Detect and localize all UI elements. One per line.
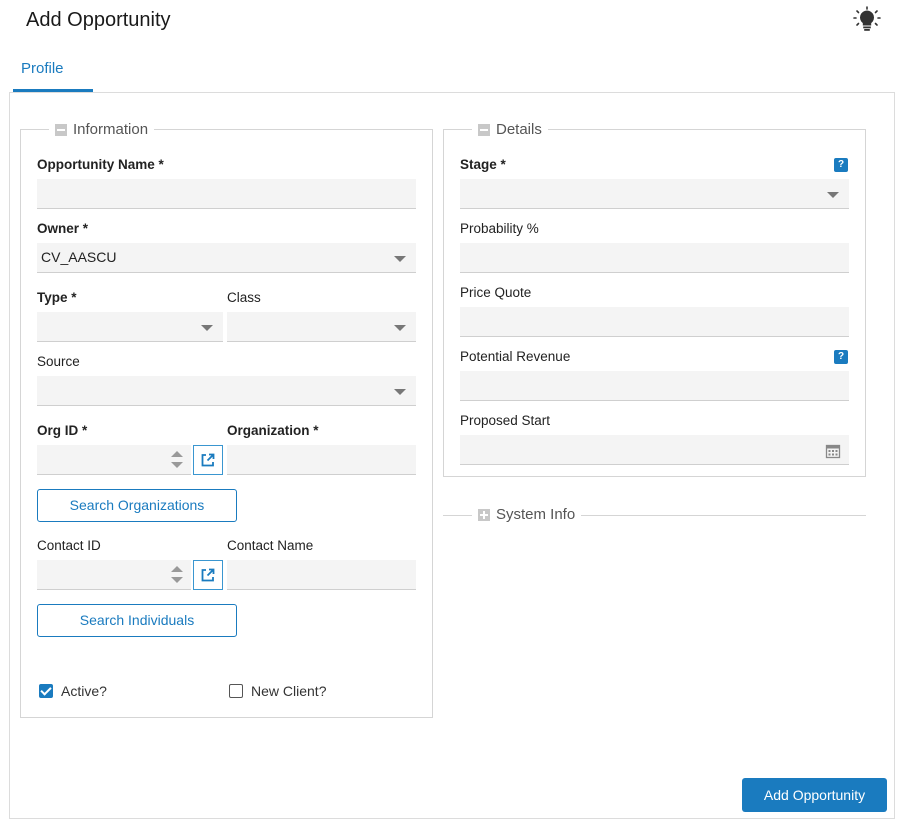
class-select[interactable] [227,312,416,342]
contact-name-input[interactable] [227,560,416,590]
source-select[interactable] [37,376,416,406]
external-link-icon [201,453,215,467]
type-select[interactable] [37,312,223,342]
price-quote-input[interactable] [460,307,849,337]
chevron-down-icon [394,389,406,395]
information-legend: Information [49,121,154,138]
spinner-icon[interactable] [171,566,183,586]
proposed-start-label: Proposed Start [460,413,551,428]
expand-icon[interactable] [478,508,490,521]
new-client-checkbox[interactable] [229,684,243,698]
lightbulb-icon[interactable] [852,6,882,32]
calendar-icon[interactable] [825,443,841,459]
contact-id-label: Contact ID [37,538,101,553]
chevron-down-icon [394,325,406,331]
class-label: Class [227,290,261,305]
search-individuals-button[interactable]: Search Individuals [37,604,237,637]
new-client-label: New Client? [251,683,327,699]
stage-help-icon[interactable]: ? [834,158,848,172]
stage-label: Stage * [460,157,506,172]
chevron-down-icon [827,192,839,198]
org-id-input[interactable] [37,445,191,475]
stage-select[interactable] [460,179,849,209]
spinner-icon[interactable] [171,451,183,471]
details-legend: Details [472,121,548,138]
active-checkbox[interactable] [39,684,53,698]
page-title: Add Opportunity [26,9,171,31]
chevron-down-icon [201,325,213,331]
active-label: Active? [61,683,107,699]
source-label: Source [37,354,80,369]
owner-value: CV_AASCU [41,249,117,265]
potential-revenue-label: Potential Revenue [460,349,571,364]
proposed-start-input[interactable] [460,435,849,465]
search-organizations-button[interactable]: Search Organizations [37,489,237,522]
contact-name-label: Contact Name [227,538,314,553]
system-info-toggle[interactable]: System Info [472,506,582,523]
owner-label: Owner * [37,221,89,236]
org-id-label: Org ID * [37,423,88,438]
open-contact-button[interactable] [193,560,223,590]
tab-profile[interactable]: Profile [13,56,93,92]
collapse-icon[interactable] [478,123,490,136]
contact-id-input[interactable] [37,560,191,590]
collapse-icon[interactable] [55,123,67,136]
probability-input[interactable] [460,243,849,273]
price-quote-label: Price Quote [460,285,532,300]
opportunity-name-input[interactable] [37,179,416,209]
organization-label: Organization * [227,423,319,438]
type-label: Type * [37,290,77,305]
chevron-down-icon [394,256,406,262]
opportunity-name-label: Opportunity Name * [37,157,164,172]
external-link-icon [201,568,215,582]
potential-revenue-input[interactable] [460,371,849,401]
open-org-button[interactable] [193,445,223,475]
probability-label: Probability % [460,221,539,236]
owner-select[interactable]: CV_AASCU [37,243,416,273]
add-opportunity-button[interactable]: Add Opportunity [742,778,887,812]
revenue-help-icon[interactable]: ? [834,350,848,364]
organization-input[interactable] [227,445,416,475]
